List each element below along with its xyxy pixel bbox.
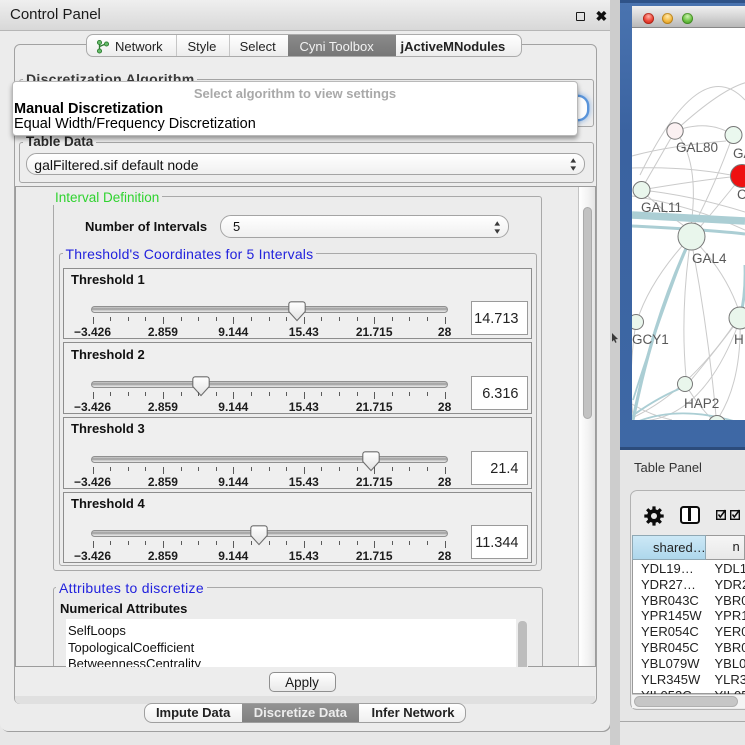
svg-text:C: C xyxy=(737,187,745,202)
svg-text:H: H xyxy=(734,332,744,347)
svg-text:GAL80: GAL80 xyxy=(676,140,718,155)
svg-text:GCY1: GCY1 xyxy=(632,332,669,347)
svg-text:GA: GA xyxy=(733,146,745,161)
svg-text:HAP2: HAP2 xyxy=(684,396,719,411)
svg-text:GAL4: GAL4 xyxy=(692,251,727,266)
svg-text:GAL11: GAL11 xyxy=(641,200,682,215)
